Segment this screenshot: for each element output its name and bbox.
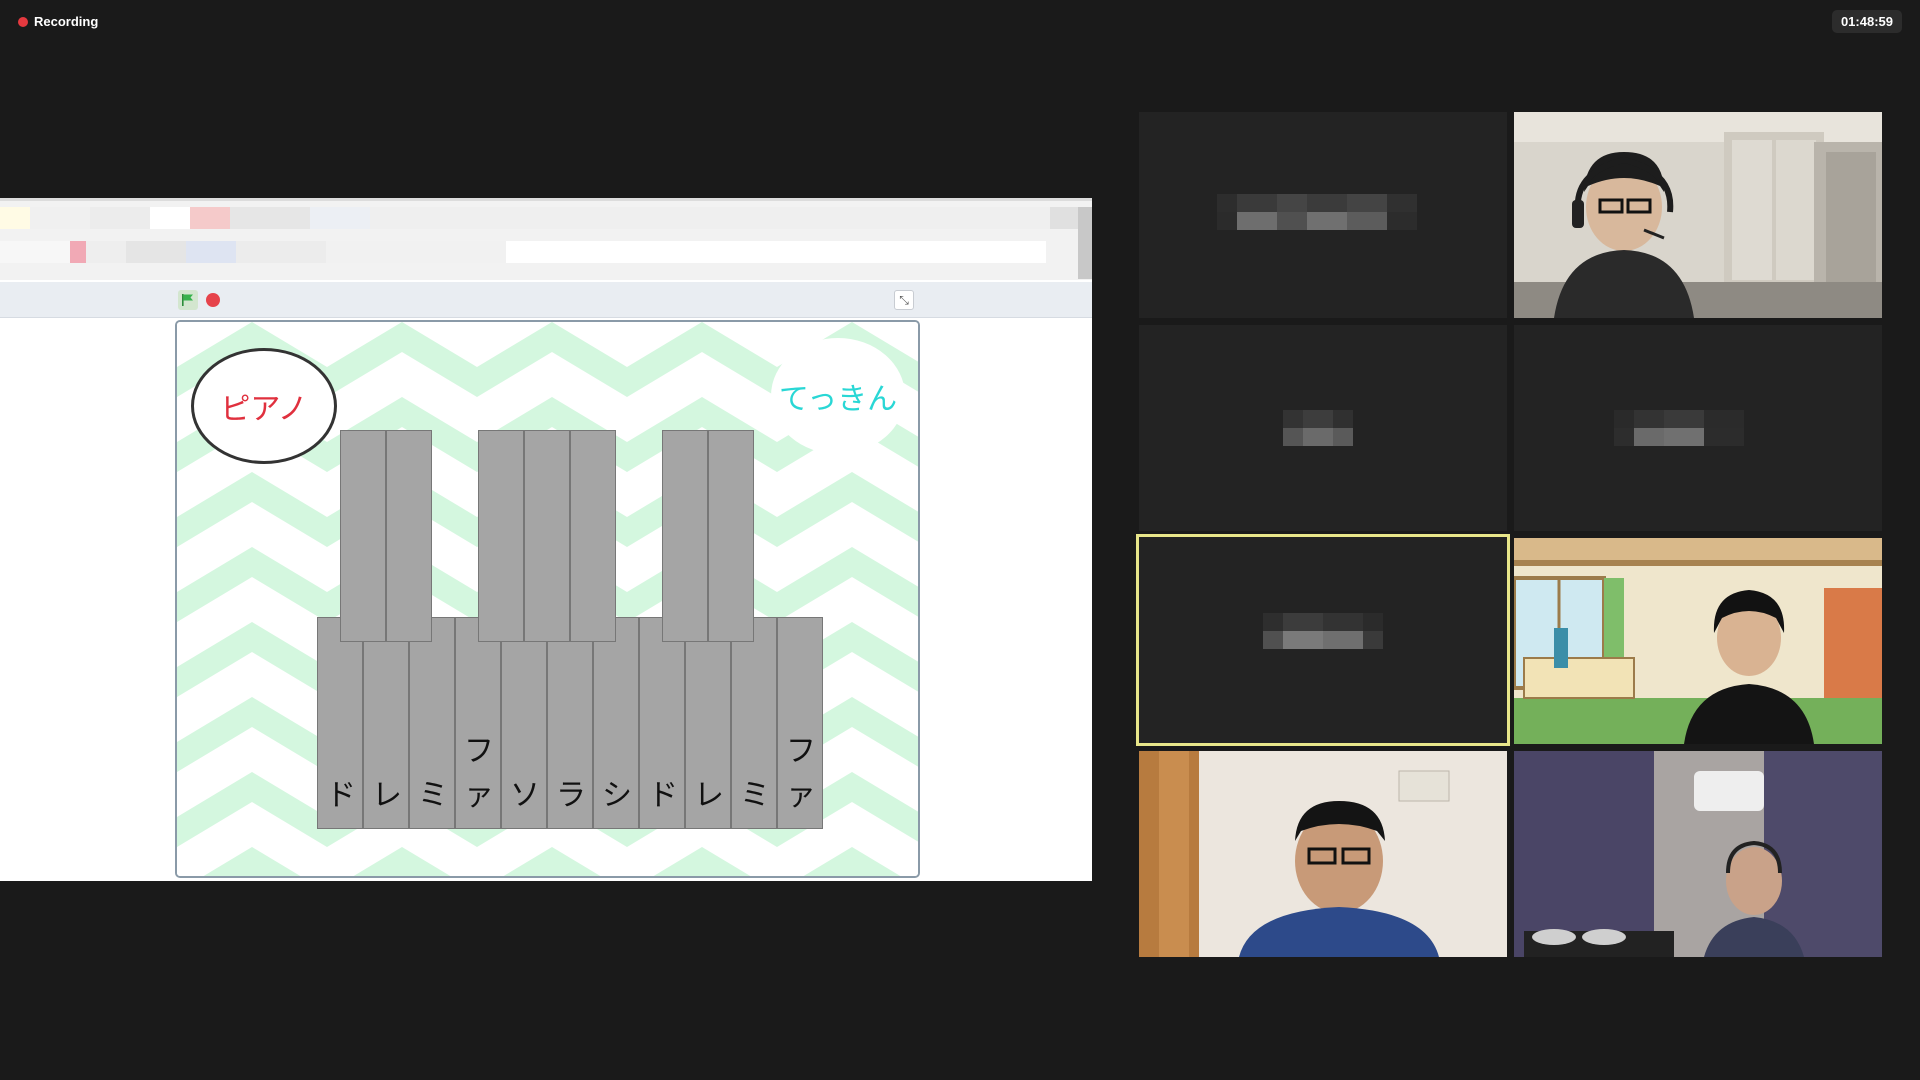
- white-key[interactable]: ファ: [455, 617, 501, 829]
- browser-header-pixelated: [0, 198, 1092, 280]
- key-label: ファ: [464, 735, 494, 812]
- participant-video-tile[interactable]: [1139, 751, 1507, 957]
- recording-indicator: Recording: [18, 14, 98, 29]
- black-key[interactable]: [340, 430, 386, 642]
- white-key[interactable]: シ: [593, 617, 639, 829]
- key-label: レ: [694, 779, 724, 812]
- black-key[interactable]: [662, 430, 708, 642]
- stop-button[interactable]: [206, 293, 220, 307]
- key-label: ソ: [510, 779, 540, 812]
- blurred-name: [1217, 194, 1417, 230]
- white-key[interactable]: レ: [685, 617, 731, 829]
- green-flag-button[interactable]: [178, 290, 198, 310]
- active-speaker-tile[interactable]: [1136, 534, 1510, 746]
- key-label: シ: [602, 779, 632, 812]
- participant-video: [1139, 751, 1507, 957]
- blurred-name: [1263, 613, 1383, 649]
- shrink-icon: ⤡: [899, 292, 909, 307]
- participant-video-tile[interactable]: [1514, 751, 1882, 957]
- key-label: レ: [372, 779, 402, 812]
- white-key[interactable]: ド: [639, 617, 685, 829]
- white-key[interactable]: ファ: [777, 617, 823, 829]
- participant-video-tile[interactable]: [1514, 112, 1882, 318]
- key-label: ファ: [786, 735, 816, 812]
- black-key[interactable]: [524, 430, 570, 642]
- participant-video-tile[interactable]: [1514, 538, 1882, 744]
- fullscreen-toggle-button[interactable]: ⤡: [894, 290, 914, 310]
- shared-screen: ⤡ ピアノ てっきん ド レ ミ ファ ソ ラ シ ド レ ミ ファ: [0, 198, 1092, 881]
- participant-tile[interactable]: [1514, 325, 1882, 531]
- blurred-name: [1283, 410, 1353, 446]
- white-key[interactable]: ソ: [501, 617, 547, 829]
- recording-dot-icon: [18, 16, 28, 27]
- key-label: ミ: [740, 779, 770, 812]
- recording-label: Recording: [34, 14, 99, 29]
- white-key[interactable]: ド: [317, 617, 363, 829]
- white-key[interactable]: レ: [363, 617, 409, 829]
- stage-toolbar: ⤡: [0, 282, 1092, 318]
- key-label: ミ: [418, 779, 448, 812]
- participant-video: [1514, 538, 1882, 744]
- black-key[interactable]: [708, 430, 754, 642]
- participant-tile[interactable]: [1139, 325, 1507, 531]
- tekkin-button[interactable]: てっきん: [771, 338, 905, 454]
- meeting-clock: 01:48:59: [1831, 10, 1902, 33]
- key-label: ド: [326, 779, 356, 812]
- participant-video: [1514, 112, 1882, 318]
- piano-button-label: ピアノ: [220, 393, 308, 426]
- key-label: ド: [648, 779, 678, 812]
- meeting-window: Recording 01:48:59 ⤡ ピアノ てっきん ド レ ミ ファ ソ…: [0, 0, 1920, 1080]
- black-key[interactable]: [570, 430, 616, 642]
- white-key[interactable]: ラ: [547, 617, 593, 829]
- white-key[interactable]: ミ: [409, 617, 455, 829]
- black-key[interactable]: [478, 430, 524, 642]
- tekkin-button-label: てっきん: [778, 383, 898, 416]
- participant-tile[interactable]: [1139, 112, 1507, 318]
- piano-button[interactable]: ピアノ: [191, 348, 337, 464]
- participant-video: [1514, 751, 1882, 957]
- black-key[interactable]: [386, 430, 432, 642]
- scratch-stage[interactable]: ピアノ てっきん ド レ ミ ファ ソ ラ シ ド レ ミ ファ: [175, 320, 920, 878]
- key-label: ラ: [556, 779, 586, 812]
- browser-scrollbar[interactable]: [1078, 207, 1092, 279]
- white-key[interactable]: ミ: [731, 617, 777, 829]
- blurred-name: [1614, 410, 1744, 446]
- green-flag-icon: [182, 294, 193, 306]
